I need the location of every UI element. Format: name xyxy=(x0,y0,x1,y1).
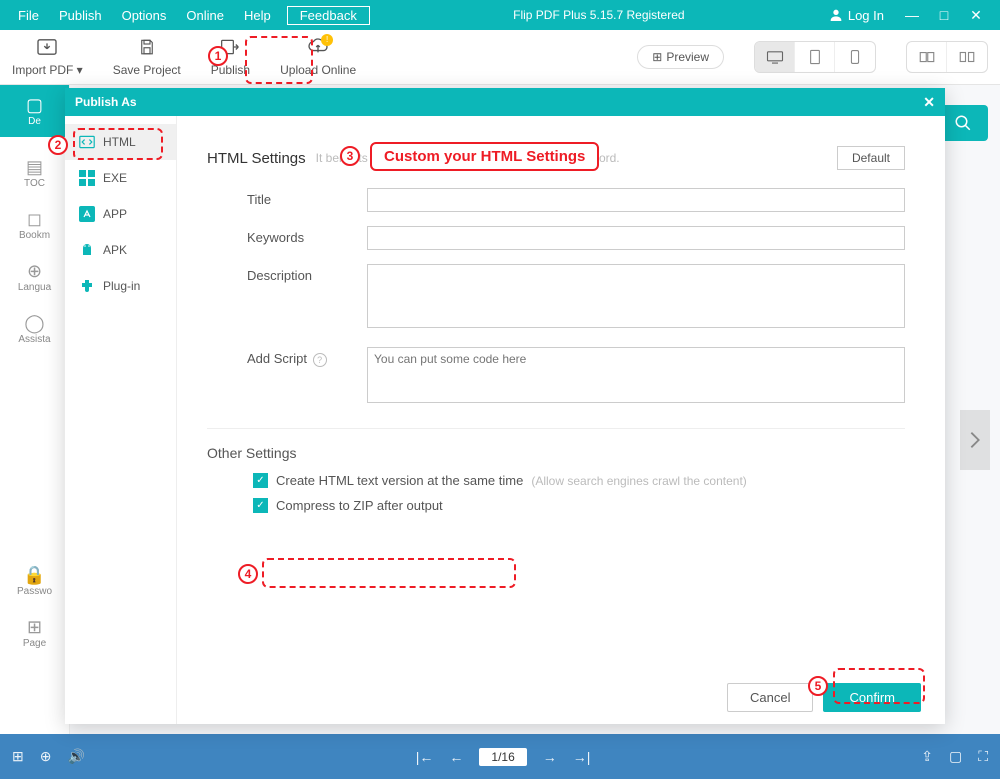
device-tablet[interactable] xyxy=(795,42,835,72)
label-description: Description xyxy=(207,264,367,333)
more-icon[interactable]: ▢ xyxy=(949,748,962,765)
app-title: Flip PDF Plus 5.15.7 Registered xyxy=(370,8,828,22)
publish-button[interactable]: Publish xyxy=(211,38,250,77)
import-icon xyxy=(36,38,58,61)
maximize-button[interactable]: □ xyxy=(928,7,960,23)
input-title[interactable] xyxy=(367,188,905,212)
bottom-bar: ⊞ ⊕ 🔊 |← ← 1/16 → →| ⇪ ▢ ⛶ xyxy=(0,734,1000,779)
html-icon xyxy=(79,134,95,150)
confirm-button[interactable]: Confirm xyxy=(823,683,921,712)
user-icon xyxy=(828,7,844,23)
layout-book[interactable] xyxy=(907,42,947,72)
checkbox-icon: ✓ xyxy=(253,498,268,513)
minimize-button[interactable]: — xyxy=(896,7,928,23)
upload-online-button[interactable]: ! Upload Online xyxy=(280,38,356,77)
preview-icon: ⊞ xyxy=(652,50,662,64)
section-hint: It benefits the serach engine to identif… xyxy=(316,151,620,165)
other-settings-title: Other Settings xyxy=(207,445,905,461)
menu-options[interactable]: Options xyxy=(112,8,177,23)
rail-bookmark[interactable]: ◻ Bookm xyxy=(0,199,69,251)
layout-group xyxy=(906,41,988,73)
publish-modal: Publish As ✕ HTML EXE APP APK Plug-in xyxy=(65,88,945,724)
device-group xyxy=(754,41,876,73)
first-page-icon[interactable]: |← xyxy=(416,749,434,765)
android-icon xyxy=(79,242,95,258)
app-icon xyxy=(79,206,95,222)
chevron-right-icon xyxy=(967,429,983,451)
rail-assistant[interactable]: ◯ Assista xyxy=(0,303,69,355)
sound-icon[interactable]: 🔊 xyxy=(67,748,84,765)
menu-online[interactable]: Online xyxy=(176,8,234,23)
save-icon xyxy=(138,38,156,61)
modal-header: Publish As ✕ xyxy=(65,88,945,116)
chat-icon: ◯ xyxy=(0,313,69,334)
label-addscript: Add Script ? xyxy=(207,347,367,408)
modal-sidebar: HTML EXE APP APK Plug-in xyxy=(65,116,177,724)
check-html-text[interactable]: ✓ Create HTML text version at the same t… xyxy=(253,473,905,488)
menu-help[interactable]: Help xyxy=(234,8,281,23)
design-icon: ▢ xyxy=(0,95,69,116)
next-arrow[interactable] xyxy=(960,410,990,470)
modal-close-button[interactable]: ✕ xyxy=(923,94,935,111)
bookmark-icon: ◻ xyxy=(0,209,69,230)
windows-icon xyxy=(79,170,95,186)
side-apk[interactable]: APK xyxy=(65,232,176,268)
rail-language[interactable]: ⊕ Langua xyxy=(0,251,69,303)
badge-icon: ! xyxy=(321,34,333,46)
menubar: File Publish Options Online Help Feedbac… xyxy=(0,0,1000,30)
check-compress-zip[interactable]: ✓ Compress to ZIP after output xyxy=(253,498,905,513)
menu-publish[interactable]: Publish xyxy=(49,8,112,23)
thumbnails-icon[interactable]: ⊞ xyxy=(12,748,24,765)
rail-toc[interactable]: ▤ TOC xyxy=(0,147,69,199)
section-title: HTML Settings xyxy=(207,150,306,167)
last-page-icon[interactable]: →| xyxy=(573,749,591,765)
publish-icon xyxy=(220,38,240,61)
next-page-icon[interactable]: → xyxy=(543,749,557,765)
import-pdf-button[interactable]: Import PDF ▾ xyxy=(12,38,83,77)
modal-title: Publish As xyxy=(75,95,137,109)
zoom-icon[interactable]: ⊕ xyxy=(40,748,52,765)
checkbox-icon: ✓ xyxy=(253,473,268,488)
feedback-button[interactable]: Feedback xyxy=(287,6,370,25)
device-desktop[interactable] xyxy=(755,42,795,72)
side-plugin[interactable]: Plug-in xyxy=(65,268,176,304)
label-title: Title xyxy=(207,188,367,212)
rail-design[interactable]: ▢ De xyxy=(0,85,69,137)
rail-password[interactable]: 🔒 Passwo xyxy=(0,555,69,607)
default-button[interactable]: Default xyxy=(837,146,905,170)
lock-icon: 🔒 xyxy=(0,565,69,586)
page-icon: ⊞ xyxy=(0,617,69,638)
side-exe[interactable]: EXE xyxy=(65,160,176,196)
toolbar: Import PDF ▾ Save Project Publish ! Uplo… xyxy=(0,30,1000,85)
search-icon xyxy=(954,114,972,132)
login-button[interactable]: Log In xyxy=(828,7,884,23)
save-project-button[interactable]: Save Project xyxy=(113,38,181,77)
upload-icon: ! xyxy=(307,38,329,61)
preview-button[interactable]: ⊞ Preview xyxy=(637,45,724,69)
side-app[interactable]: APP xyxy=(65,196,176,232)
page-indicator[interactable]: 1/16 xyxy=(479,748,526,766)
cancel-button[interactable]: Cancel xyxy=(727,683,813,712)
side-html[interactable]: HTML xyxy=(65,124,176,160)
rail-page[interactable]: ⊞ Page xyxy=(0,607,69,659)
menu-file[interactable]: File xyxy=(8,8,49,23)
help-icon[interactable]: ? xyxy=(313,353,327,367)
close-button[interactable]: ✕ xyxy=(960,7,992,24)
fullscreen-icon[interactable]: ⛶ xyxy=(978,748,988,765)
left-rail: ▢ De ▤ TOC ◻ Bookm ⊕ Langua ◯ Assista 🔒 … xyxy=(0,85,70,734)
input-keywords[interactable] xyxy=(367,226,905,250)
prev-page-icon[interactable]: ← xyxy=(449,749,463,765)
label-keywords: Keywords xyxy=(207,226,367,250)
device-phone[interactable] xyxy=(835,42,875,72)
globe-icon: ⊕ xyxy=(0,261,69,282)
search-button[interactable] xyxy=(938,105,988,141)
input-addscript[interactable] xyxy=(367,347,905,403)
layout-single[interactable] xyxy=(947,42,987,72)
toc-icon: ▤ xyxy=(0,157,69,178)
share-icon[interactable]: ⇪ xyxy=(921,748,933,765)
modal-content: HTML Settings It benefits the serach eng… xyxy=(177,116,945,724)
plugin-icon xyxy=(79,278,95,294)
input-description[interactable] xyxy=(367,264,905,328)
